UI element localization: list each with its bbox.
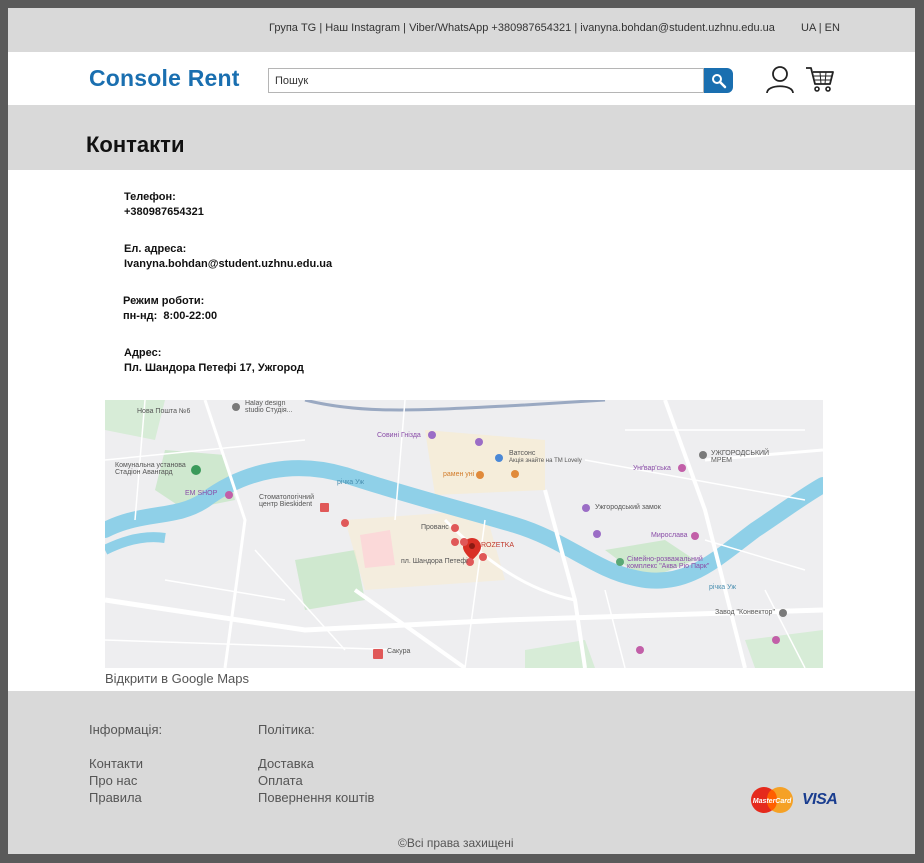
map-label-nova-poshta: Нова Пошта №6 xyxy=(137,408,191,415)
map-label-halay: Halay design studio Студія... xyxy=(245,400,293,414)
search-button[interactable] xyxy=(704,68,733,93)
instagram-link[interactable]: Наш Instagram xyxy=(325,22,400,34)
map-label-stadium: Комунальна установа Стадіон Авангард xyxy=(115,462,186,476)
site-header: Console Rent xyxy=(8,52,915,105)
address-value: Пл. Шандора Петефі 17, Ужгород xyxy=(124,362,304,374)
top-links: Група TG | Наш Instagram | Viber/WhatsAp… xyxy=(269,22,775,34)
lang-en[interactable]: EN xyxy=(825,22,840,34)
phone-label: Телефон: xyxy=(124,191,176,203)
visa-logo: VISA xyxy=(802,791,838,808)
map-label-river-1: річка Уж xyxy=(337,479,365,486)
map-label-uzh-mrem: УЖГОРОДСЬКИЙ МРЕМ xyxy=(711,450,770,464)
map-label-castle: Ужгородський замок xyxy=(595,504,661,511)
footer-info-heading: Інформація: xyxy=(89,722,163,737)
map-label-ramen: рамен уні xyxy=(443,471,475,478)
top-bar: Група TG | Наш Instagram | Viber/WhatsAp… xyxy=(8,8,915,52)
viber-whatsapp-link[interactable]: Viber/WhatsApp +380987654321 xyxy=(409,22,571,34)
hours-label: Режим роботи: xyxy=(123,295,205,307)
map-label-provans: Прованс xyxy=(421,524,449,531)
title-band: Контакти xyxy=(8,105,915,170)
footer-link-delivery[interactable]: Доставка xyxy=(258,756,314,771)
map-label-stomatology: Стоматологічний центр Bieskident xyxy=(259,494,314,508)
map-label-petofi: пл. Шандора Петефі xyxy=(401,558,468,565)
map-label-rozetka: ROZETKA xyxy=(481,542,515,549)
map-label-myroslava: Мирослава xyxy=(651,532,688,539)
map-label-vatsons-sub: Акція знайте на ТМ Lovely xyxy=(509,458,582,464)
map-label-em-shop: EM SHOP xyxy=(185,490,218,497)
map-label-river-2: річка Уж xyxy=(709,584,737,591)
footer-link-about[interactable]: Про нас xyxy=(89,773,137,788)
site-logo[interactable]: Console Rent xyxy=(89,65,240,92)
phone-value: +380987654321 xyxy=(124,206,204,218)
email-link[interactable]: ivanyna.bohdan@student.uzhnu.edu.ua xyxy=(580,22,775,34)
page-title: Контакти xyxy=(86,132,185,157)
mastercard-logo: MasterCard xyxy=(751,787,793,813)
map-graphics xyxy=(105,400,823,668)
map-label-konvektor: Завод "Конвектор" xyxy=(715,609,775,616)
phone-block: Телефон: +380987654321 xyxy=(124,190,204,220)
footer-policy-heading: Політика: xyxy=(258,722,315,737)
footer-link-payment[interactable]: Оплата xyxy=(258,773,303,788)
footer-link-contacts[interactable]: Контакти xyxy=(89,756,143,771)
tg-group-link[interactable]: Група TG xyxy=(269,22,316,34)
hours-value: пн-нд: 8:00-22:00 xyxy=(123,310,218,322)
open-google-maps-link[interactable]: Відкрити в Google Maps xyxy=(105,671,249,686)
site-footer: Інформація: Контакти Про нас Правила Пол… xyxy=(8,691,915,854)
search-icon xyxy=(711,73,726,88)
email-value: Ivanyna.bohdan@student.uzhnu.edu.ua xyxy=(124,258,333,270)
cart-icon[interactable] xyxy=(805,64,835,94)
map-label-ungvarska: Унґвар'ська xyxy=(633,465,671,472)
embedded-map[interactable]: Нова Пошта №6 Halay design studio Студія… xyxy=(105,400,823,668)
search-input[interactable] xyxy=(268,68,704,93)
address-block: Адрес: Пл. Шандора Петефі 17, Ужгород xyxy=(124,346,304,376)
map-label-sakura: Сакура xyxy=(387,648,411,655)
page-frame: Група TG | Наш Instagram | Viber/WhatsAp… xyxy=(8,8,915,854)
language-switch: UA | EN xyxy=(801,22,840,34)
email-label: Ел. адреса: xyxy=(124,243,187,255)
mastercard-text: MasterCard xyxy=(753,798,792,805)
map-label-aqua: Сімейно-розважальний комплекс "Аква Ріо … xyxy=(627,556,710,570)
map-label-vatsons: Ватсонс xyxy=(509,450,536,457)
map-label-sovyn: Совині Гнізда xyxy=(377,432,421,439)
lang-ua[interactable]: UA xyxy=(801,22,816,34)
email-block: Ел. адреса: Ivanyna.bohdan@student.uzhnu… xyxy=(124,242,332,272)
address-label: Адрес: xyxy=(124,347,162,359)
hours-block: Режим роботи: пн-нд: 8:00-22:00 xyxy=(123,294,217,324)
footer-link-rules[interactable]: Правила xyxy=(89,790,142,805)
user-icon[interactable] xyxy=(765,64,795,94)
copyright: ©Всі права захищені xyxy=(398,836,514,850)
footer-link-refund[interactable]: Повернення коштів xyxy=(258,790,374,805)
